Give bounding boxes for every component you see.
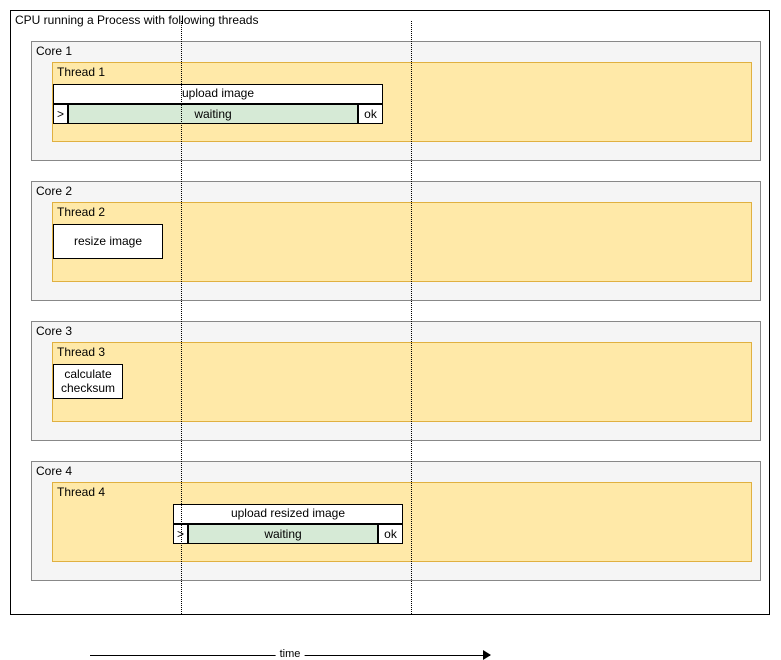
core-label: Core 1 (36, 44, 72, 58)
arrow-right-icon (483, 650, 491, 660)
core-label: Core 4 (36, 464, 72, 478)
task-box: upload resized image (173, 504, 403, 524)
thread-label: Thread 1 (57, 65, 105, 79)
thread-label: Thread 2 (57, 205, 105, 219)
start-marker: > (53, 104, 68, 124)
thread-block: Thread 1 upload image>waitingok (52, 62, 752, 142)
core-block: Core 4Thread 4upload resized image>waiti… (31, 461, 761, 581)
core-label: Core 3 (36, 324, 72, 338)
time-axis-label: time (276, 648, 305, 660)
core-block: Core 2 Thread 2 resize image (31, 181, 761, 301)
thread-block: Thread 2 resize image (52, 202, 752, 282)
core-block: Core 3 Thread 3 calculate checksum (31, 321, 761, 441)
thread-label: Thread 4 (57, 485, 105, 499)
waiting-box: waiting (188, 524, 378, 544)
timeline-guide (411, 21, 412, 614)
core-block: Core 1 Thread 1 upload image>waitingok (31, 41, 761, 161)
waiting-box: waiting (68, 104, 358, 124)
diagram-title: CPU running a Process with following thr… (15, 13, 258, 27)
ok-marker: ok (378, 524, 403, 544)
thread-block: Thread 4upload resized image>waitingok (52, 482, 752, 562)
thread-label: Thread 3 (57, 345, 105, 359)
task-box: calculate checksum (53, 364, 123, 399)
thread-block: Thread 3 calculate checksum (52, 342, 752, 422)
cpu-process-diagram: CPU running a Process with following thr… (10, 10, 770, 615)
task-box: upload image (53, 84, 383, 104)
core-label: Core 2 (36, 184, 72, 198)
ok-marker: ok (358, 104, 383, 124)
timeline-guide (181, 21, 182, 614)
task-box: resize image (53, 224, 163, 259)
